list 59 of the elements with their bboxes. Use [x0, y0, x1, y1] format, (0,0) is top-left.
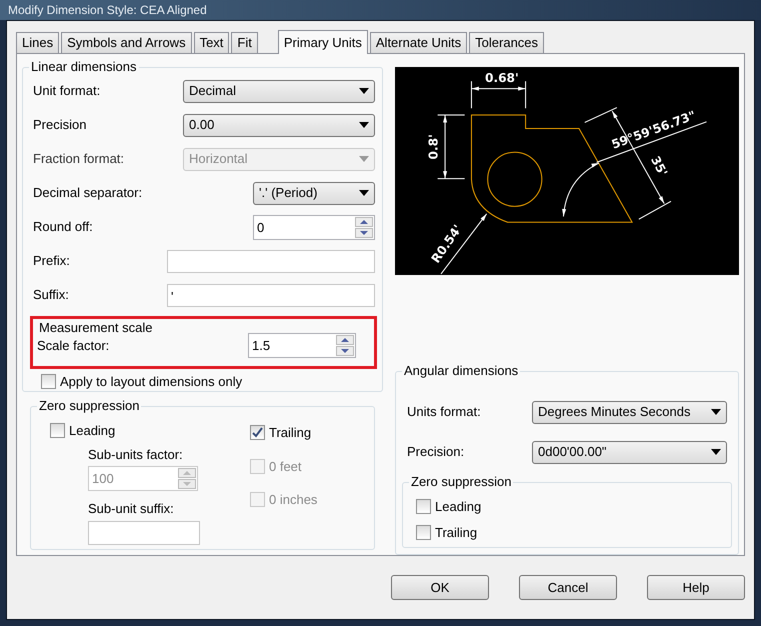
field-label: Round off: [33, 218, 93, 236]
checkbox-label: Leading [69, 422, 116, 440]
field-label: Units format: [407, 403, 481, 422]
group-title: Zero suppression [37, 398, 142, 414]
dropdown[interactable]: Degrees Minutes Seconds [532, 400, 727, 424]
tab[interactable]: Tolerances [469, 32, 544, 53]
field-label: Precision [33, 116, 86, 134]
tab[interactable]: Fit [231, 32, 258, 53]
dropdown-arrow-icon [359, 190, 369, 196]
spinner-field[interactable]: 0 [253, 214, 375, 240]
check-icon [252, 427, 263, 438]
dialog-button[interactable]: Cancel [519, 575, 617, 600]
tab[interactable]: Symbols and Arrows [61, 32, 192, 53]
tab[interactable]: Alternate Units [370, 32, 468, 53]
text-field[interactable] [167, 250, 375, 272]
dropdown-arrow-icon [711, 409, 721, 415]
group-title: Angular dimensions [402, 363, 520, 379]
group-title: Zero suppression [409, 474, 514, 490]
tab[interactable]: Primary Units [278, 30, 368, 54]
dialog-button[interactable]: OK [391, 575, 489, 600]
checkbox[interactable] [416, 524, 431, 540]
spin-down-icon[interactable] [355, 228, 373, 238]
dropdown-arrow-icon [359, 122, 369, 128]
checkbox[interactable] [41, 374, 56, 390]
dropdown[interactable]: 0d00'00.00" [532, 440, 727, 464]
field-label: Unit format: [33, 82, 100, 100]
dropdown-arrow-icon [359, 156, 369, 162]
checkbox-label: Leading [435, 498, 482, 516]
dropdown-arrow-icon [359, 88, 369, 94]
dropdown-arrow-icon [711, 449, 721, 455]
checkbox[interactable] [416, 499, 431, 514]
checkbox[interactable] [250, 425, 265, 440]
field-label: Scale factor: [37, 336, 110, 355]
checkbox[interactable] [50, 423, 65, 438]
dropdown[interactable]: Decimal [183, 80, 375, 102]
tab[interactable]: Lines [16, 32, 60, 53]
field-label: Suffix: [33, 286, 69, 304]
field-label: Sub-unit suffix: [88, 500, 175, 518]
field-label: Decimal separator: [33, 184, 142, 202]
checkbox-label: Apply to layout dimensions only [60, 373, 242, 391]
tab[interactable]: Text [194, 32, 230, 53]
checkbox-label: Trailing [435, 524, 478, 542]
text-field[interactable]: ' [167, 284, 375, 306]
field-label: Prefix: [33, 252, 70, 270]
field-label: Fraction format: [33, 150, 124, 168]
field-label: Sub-units factor: [88, 446, 184, 464]
spinner-field[interactable]: 1.5 [248, 333, 356, 358]
window-title: Modify Dimension Style: CEA Aligned [8, 2, 207, 19]
spin-down-icon[interactable] [336, 346, 354, 356]
spin-up-icon[interactable] [355, 216, 373, 226]
dialog-button[interactable]: Help [647, 575, 745, 600]
checkbox-label: 0 inches [269, 491, 318, 509]
spin-up-icon[interactable] [336, 335, 354, 345]
dropdown[interactable]: 0.00 [183, 114, 375, 136]
dropdown[interactable]: '.' (Period) [253, 182, 375, 204]
text-field[interactable] [88, 520, 200, 544]
checkbox-label: 0 feet [269, 458, 302, 476]
field-label: Precision: [407, 443, 464, 462]
checkbox-label: Trailing [269, 424, 312, 442]
